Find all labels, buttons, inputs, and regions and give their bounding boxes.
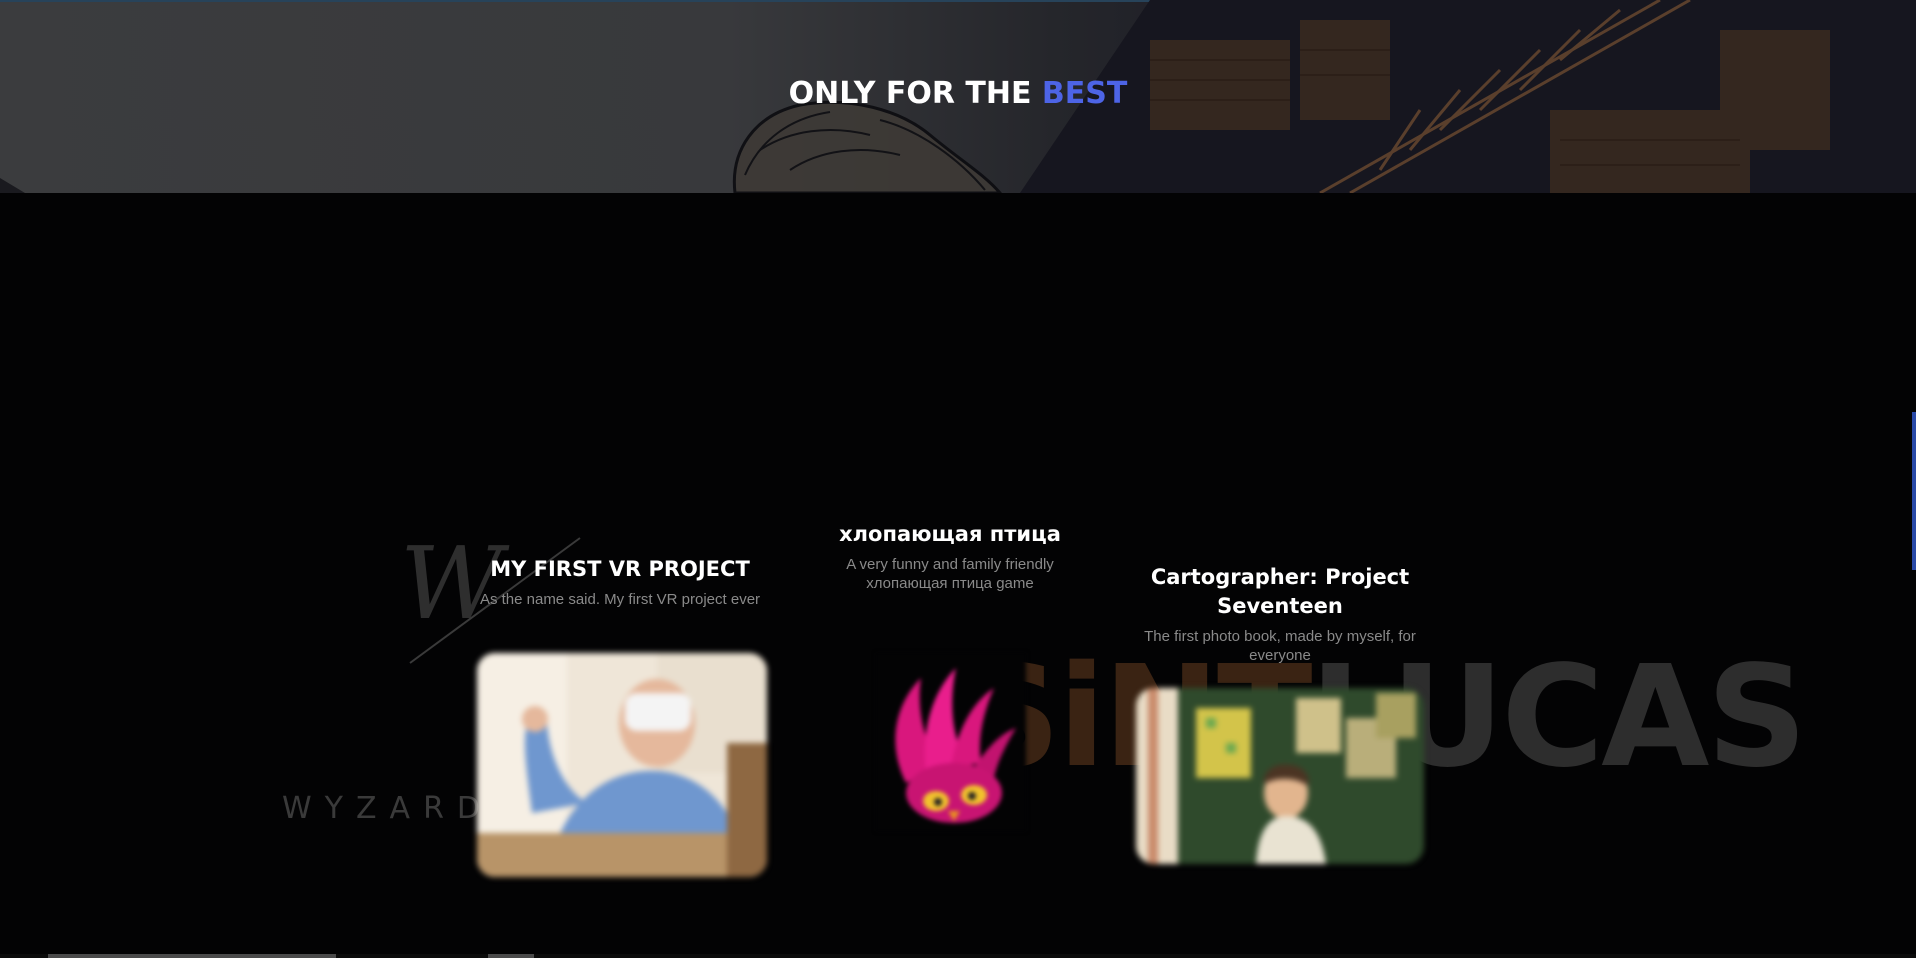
hero-banner: ONLY FOR THE BEST — [0, 0, 1916, 193]
project-image-vr[interactable] — [477, 653, 767, 877]
project-image-cartographer[interactable] — [1136, 688, 1424, 864]
project-title[interactable]: Cartographer: Project Seventeen — [1120, 563, 1440, 621]
vr-headset-photo — [477, 653, 767, 877]
photo-book-cover — [1136, 688, 1424, 864]
scrollbar-thumb-a[interactable] — [48, 954, 336, 958]
pink-bird-icon — [876, 653, 1026, 831]
hero-title: ONLY FOR THE BEST — [0, 76, 1916, 111]
project-title[interactable]: хлопающая птица — [820, 520, 1080, 549]
project-description: A very funny and family friendly хлопающ… — [846, 556, 1054, 592]
project-image-bird[interactable] — [876, 653, 1026, 831]
project-card-vr[interactable]: MY FIRST VR PROJECT As the name said. My… — [470, 555, 770, 609]
hero-title-main: ONLY FOR THE — [788, 76, 1042, 111]
project-card-bird[interactable]: хлопающая птица A very funny and family … — [820, 520, 1080, 593]
wyzard-logo-text: WYZARD — [282, 791, 494, 826]
project-description: As the name said. My first VR project ev… — [479, 591, 761, 608]
scrollbar-thumb-b[interactable] — [488, 954, 534, 958]
projects-section: W WYZARD SiNTLUCAS MY FIRST VR PROJECT A… — [0, 193, 1916, 958]
page: ONLY FOR THE BEST W WYZARD SiNTLUCAS MY … — [0, 0, 1916, 958]
project-description: The first photo book, made by myself, fo… — [1144, 628, 1416, 664]
project-card-cartographer[interactable]: Cartographer: Project Seventeen The firs… — [1120, 563, 1440, 665]
horizontal-scrollbar[interactable] — [0, 954, 1916, 958]
project-title[interactable]: MY FIRST VR PROJECT — [470, 555, 770, 584]
hero-title-accent: BEST — [1041, 76, 1128, 111]
